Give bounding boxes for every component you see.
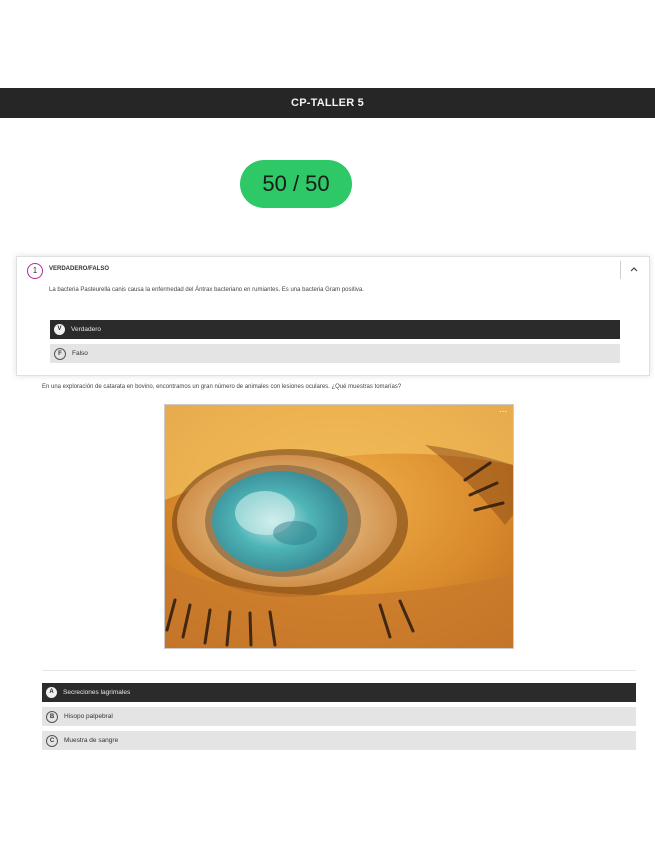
option-badge: C (46, 734, 58, 747)
option-c[interactable]: C Muestra de sangre (42, 731, 636, 750)
top-bar: CP-TALLER 5 (0, 88, 655, 118)
question-text: La bacteria Pasteurella canis causa la e… (49, 287, 364, 293)
divider (620, 261, 621, 279)
question-card-1: 1 VERDADERO/FALSO La bacteria Pasteurell… (16, 256, 650, 376)
option-badge: B (46, 710, 58, 723)
option-label: Verdadero (71, 326, 101, 333)
eye-photo: ⋯ (164, 404, 514, 649)
question-text: En una exploración de catarata en bovino… (42, 384, 402, 390)
option-label: Hisopo palpebral (64, 713, 113, 720)
option-b[interactable]: B Hisopo palpebral (42, 707, 636, 726)
option-badge: V (54, 324, 65, 335)
score-badge: 50 / 50 (240, 160, 352, 208)
page-title: CP-TALLER 5 (291, 97, 364, 109)
option-falso[interactable]: F Falso (50, 344, 620, 363)
question-number: 1 (27, 263, 43, 279)
option-label: Secreciones lagrimales (63, 689, 131, 696)
option-verdadero[interactable]: V Verdadero (50, 320, 620, 339)
option-label: Muestra de sangre (64, 737, 119, 744)
divider (42, 670, 636, 671)
question-type: VERDADERO/FALSO (49, 266, 110, 272)
option-badge: F (54, 347, 66, 360)
more-icon[interactable]: ⋯ (499, 407, 507, 416)
option-badge: A (46, 687, 57, 698)
option-a[interactable]: A Secreciones lagrimales (42, 683, 636, 702)
option-label: Falso (72, 350, 88, 357)
score-value: 50 / 50 (262, 171, 330, 196)
chevron-up-icon[interactable] (627, 263, 641, 277)
